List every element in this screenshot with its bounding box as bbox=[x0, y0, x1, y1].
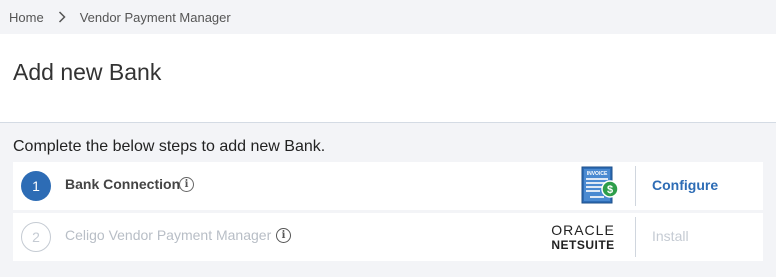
breadcrumb-current: Vendor Payment Manager bbox=[79, 9, 231, 25]
logo-line-netsuite: NETSUITE bbox=[551, 238, 615, 252]
info-icon[interactable]: i bbox=[179, 177, 194, 192]
info-icon[interactable]: i bbox=[276, 228, 291, 243]
instructions-text: Complete the below steps to add new Bank… bbox=[13, 138, 326, 155]
oracle-netsuite-logo: ORACLE NETSUITE bbox=[546, 223, 620, 251]
page-title: Add new Bank bbox=[13, 59, 162, 85]
step-label: Bank Connection bbox=[65, 176, 181, 192]
chevron-right-icon bbox=[58, 11, 66, 23]
install-button[interactable]: Install bbox=[652, 228, 689, 244]
page-header: Add new Bank bbox=[0, 34, 776, 123]
step-label: Celigo Vendor Payment Manager bbox=[65, 227, 272, 243]
step-install-vpm: 2 Celigo Vendor Payment Manager i ORACLE… bbox=[13, 213, 763, 261]
invoice-icon: INVOICE $ bbox=[580, 165, 620, 207]
step-bank-connection: 1 Bank Connection i INVOICE $ Configure bbox=[13, 162, 763, 210]
divider bbox=[635, 217, 636, 257]
invoice-logo-text: INVOICE bbox=[587, 171, 608, 177]
breadcrumb: Home Vendor Payment Manager bbox=[0, 0, 776, 34]
svg-text:$: $ bbox=[607, 184, 613, 196]
breadcrumb-home-link[interactable]: Home bbox=[9, 10, 44, 25]
divider bbox=[635, 166, 636, 206]
step-number-badge: 2 bbox=[21, 222, 51, 252]
step-number-badge: 1 bbox=[21, 171, 51, 201]
configure-button[interactable]: Configure bbox=[652, 177, 718, 193]
logo-line-oracle: ORACLE bbox=[551, 222, 615, 238]
